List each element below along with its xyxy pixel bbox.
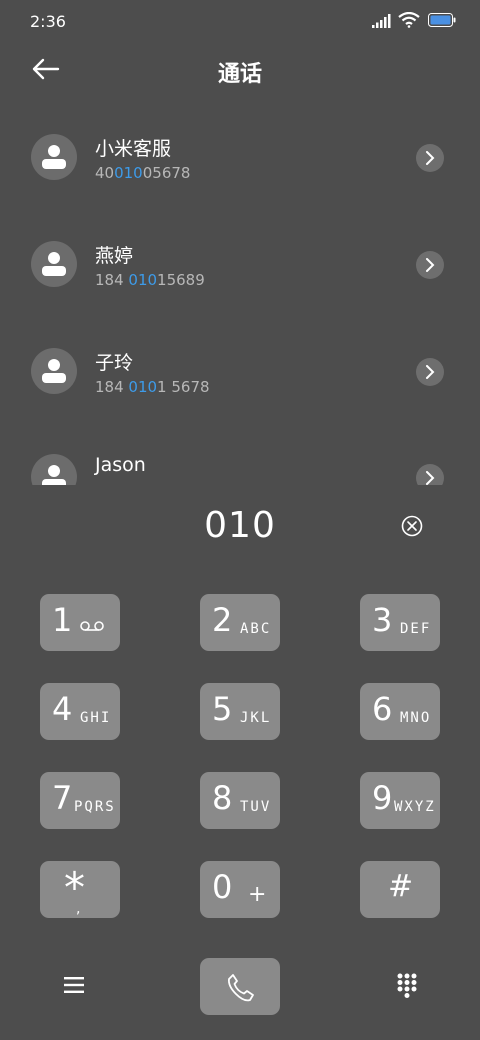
bottom-bar (0, 955, 480, 1019)
key-0[interactable]: 0 + (200, 861, 280, 918)
contact-name: 燕婷 (95, 245, 134, 267)
dialpad-icon[interactable] (396, 972, 418, 998)
clear-circle-icon[interactable] (401, 515, 423, 537)
contact-name: Jason (95, 454, 146, 476)
status-bar: 2:36 (0, 0, 480, 42)
contact-number: 4001005678 (95, 164, 191, 182)
person-icon (42, 145, 66, 169)
key-4[interactable]: 4 GHI (40, 683, 120, 740)
avatar (31, 241, 77, 287)
chevron-right-icon[interactable] (416, 144, 444, 172)
chevron-right-icon[interactable] (416, 251, 444, 279)
page-title: 通话 (217, 62, 262, 87)
key-7[interactable]: 7 PQRS (40, 772, 120, 829)
search-results-list: 小米客服 4001005678 燕婷 184 01015689 子玲 184 0… (0, 110, 480, 485)
avatar (31, 348, 77, 394)
key-hash[interactable]: # (360, 861, 440, 918)
battery-icon (428, 13, 456, 27)
chevron-right-icon[interactable] (416, 464, 444, 485)
signal-icon (372, 14, 391, 28)
person-icon (42, 252, 66, 276)
key-8[interactable]: 8 TUV (200, 772, 280, 829)
hamburger-menu-icon[interactable] (63, 975, 85, 995)
key-star[interactable]: * , (40, 861, 120, 918)
key-3[interactable]: 3 DEF (360, 594, 440, 651)
contact-number: 184 0101 5678 (95, 378, 210, 396)
person-icon (42, 359, 66, 383)
person-icon (42, 465, 66, 485)
key-1[interactable]: 1 (40, 594, 120, 651)
contact-name: 子玲 (95, 352, 134, 374)
call-button[interactable] (200, 958, 280, 1015)
header: 通话 (0, 42, 480, 100)
list-item[interactable]: 子玲 184 0101 5678 (0, 324, 480, 414)
contact-number: 184 01015689 (95, 271, 205, 289)
key-6[interactable]: 6 MNO (360, 683, 440, 740)
status-time: 2:36 (30, 12, 66, 31)
avatar (31, 134, 77, 180)
phone-icon (227, 974, 254, 1002)
voicemail-icon (80, 621, 104, 631)
key-9[interactable]: 9 WXYZ (360, 772, 440, 829)
dial-display: 010 (0, 505, 480, 553)
contact-name: 小米客服 (95, 138, 172, 160)
list-item[interactable]: Jason (0, 430, 480, 485)
list-item[interactable]: 小米客服 4001005678 (0, 110, 480, 200)
key-2[interactable]: 2 ABC (200, 594, 280, 651)
avatar (31, 454, 77, 485)
chevron-right-icon[interactable] (416, 358, 444, 386)
list-item[interactable]: 燕婷 184 01015689 (0, 217, 480, 307)
key-5[interactable]: 5 JKL (200, 683, 280, 740)
wifi-icon (398, 12, 420, 28)
